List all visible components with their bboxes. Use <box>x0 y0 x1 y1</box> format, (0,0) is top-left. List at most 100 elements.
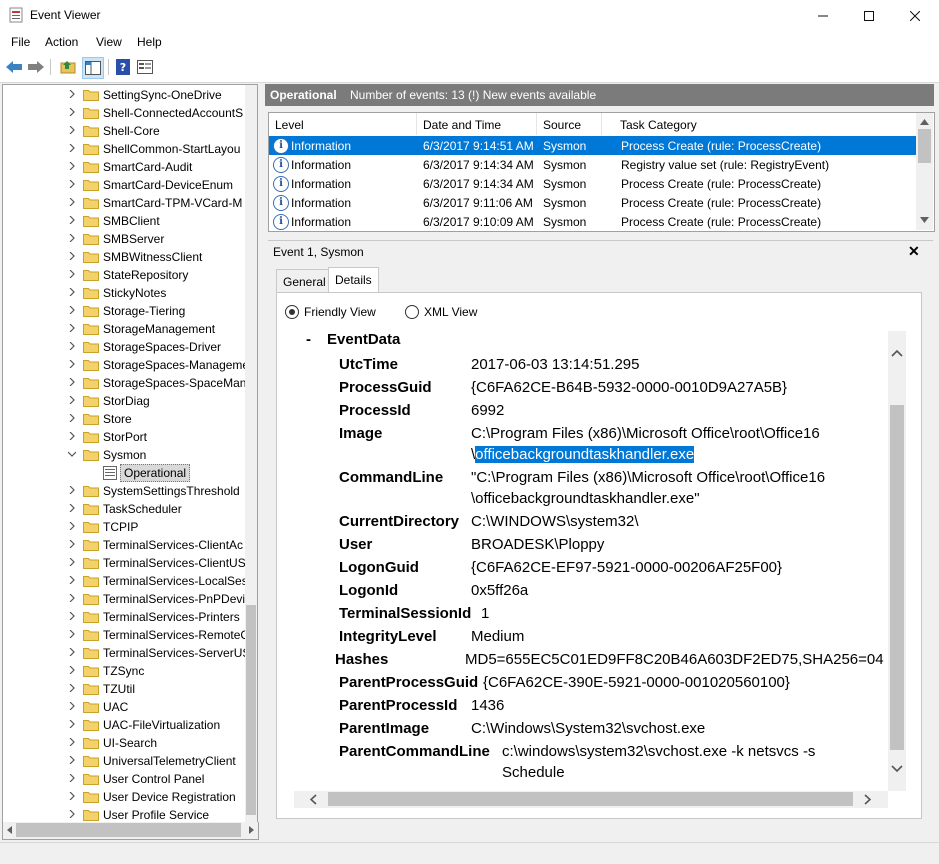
tree-item[interactable]: UAC <box>3 698 245 716</box>
scroll-up-icon[interactable] <box>891 350 903 357</box>
tree-item[interactable]: TaskScheduler <box>3 500 245 518</box>
chevron-right-icon[interactable] <box>68 792 76 800</box>
chevron-right-icon[interactable] <box>68 288 76 296</box>
chevron-right-icon[interactable] <box>68 738 76 746</box>
minimize-button[interactable] <box>800 0 846 31</box>
tree-item[interactable]: TerminalServices-RemoteC <box>3 626 249 644</box>
chevron-right-icon[interactable] <box>68 504 76 512</box>
xml-view-label[interactable]: XML View <box>424 305 477 319</box>
chevron-right-icon[interactable] <box>68 684 76 692</box>
tree-item[interactable]: StorDiag <box>3 392 245 410</box>
tree-item[interactable]: TCPIP <box>3 518 245 536</box>
tree-item[interactable]: TerminalServices-ClientUS <box>3 554 246 572</box>
field-value[interactable]: BROADESK\Ploppy <box>471 536 604 553</box>
event-data-view[interactable]: - EventData UtcTime 2017-06-03 13:14:51.2… <box>294 331 888 791</box>
chevron-right-icon[interactable] <box>68 702 76 710</box>
chevron-right-icon[interactable] <box>68 414 76 422</box>
event-row[interactable]: i Information 6/3/2017 9:10:09 AM Sysmon Pro… <box>269 212 917 231</box>
scroll-left-icon[interactable] <box>310 794 317 805</box>
menu-view[interactable]: View <box>96 35 122 49</box>
tree-item[interactable]: SmartCard-DeviceEnum <box>3 176 245 194</box>
back-button[interactable] <box>4 57 24 77</box>
column-date[interactable]: Date and Time <box>417 113 537 135</box>
chevron-right-icon[interactable] <box>68 162 76 170</box>
field-value-continued[interactable]: Schedule <box>502 764 565 781</box>
chevron-right-icon[interactable] <box>68 594 76 602</box>
scroll-right-icon[interactable] <box>247 826 255 834</box>
console-tree[interactable]: SettingSync-OneDrive Shell-ConnectedAccou… <box>2 84 258 824</box>
chevron-right-icon[interactable] <box>68 540 76 548</box>
tree-item[interactable]: TerminalServices-PnPDevi <box>3 590 245 608</box>
field-value[interactable]: Medium <box>471 628 524 645</box>
tree-item[interactable]: StateRepository <box>3 266 245 284</box>
chevron-right-icon[interactable] <box>68 612 76 620</box>
tree-item[interactable]: SmartCard-Audit <box>3 158 245 176</box>
tree-item[interactable]: User Control Panel <box>3 770 245 788</box>
chevron-right-icon[interactable] <box>68 396 76 404</box>
tree-item[interactable]: StickyNotes <box>3 284 245 302</box>
chevron-right-icon[interactable] <box>68 216 76 224</box>
scroll-down-icon[interactable] <box>891 765 903 772</box>
chevron-right-icon[interactable] <box>68 486 76 494</box>
field-value-continued[interactable]: \officebackgroundtaskhandler.exe" <box>471 490 700 507</box>
tree-item[interactable]: StorageManagement <box>3 320 245 338</box>
event-row[interactable]: i Information 6/3/2017 9:14:34 AM Sysmon Reg… <box>269 155 917 174</box>
chevron-right-icon[interactable] <box>68 432 76 440</box>
chevron-right-icon[interactable] <box>68 198 76 206</box>
chevron-right-icon[interactable] <box>68 306 76 314</box>
chevron-right-icon[interactable] <box>68 234 76 242</box>
column-task-category[interactable]: Task Category <box>602 113 916 135</box>
field-value-continued[interactable]: \officebackgroundtaskhandler.exe <box>471 446 695 463</box>
field-value[interactable]: "C:\Program Files (x86)\Microsoft Office… <box>471 469 825 486</box>
chevron-right-icon[interactable] <box>68 270 76 278</box>
tree-item-operational[interactable]: Operational <box>3 464 245 482</box>
chevron-right-icon[interactable] <box>68 666 76 674</box>
close-details-icon[interactable]: ✕ <box>908 243 920 260</box>
details-vscroll-thumb[interactable] <box>890 405 904 750</box>
tree-item[interactable]: SmartCard-TPM-VCard-M <box>3 194 245 212</box>
field-value[interactable]: 6992 <box>471 402 504 419</box>
tree-item[interactable]: UAC-FileVirtualization <box>3 716 245 734</box>
maximize-button[interactable] <box>846 0 892 31</box>
tree-item[interactable]: StorPort <box>3 428 245 446</box>
chevron-right-icon[interactable] <box>68 648 76 656</box>
chevron-right-icon[interactable] <box>68 630 76 638</box>
selected-text[interactable]: officebackgroundtaskhandler.exe <box>475 446 695 463</box>
friendly-view-radio[interactable] <box>285 305 299 319</box>
details-hscroll-thumb[interactable] <box>328 792 853 806</box>
menu-help[interactable]: Help <box>137 35 162 49</box>
chevron-right-icon[interactable] <box>68 810 76 818</box>
chevron-right-icon[interactable] <box>68 378 76 386</box>
chevron-right-icon[interactable] <box>68 180 76 188</box>
field-value[interactable]: 0x5ff26a <box>471 582 528 599</box>
field-value[interactable]: {C6FA62CE-390E-5921-0000-001020560100} <box>483 674 790 691</box>
tree-item[interactable]: UI-Search <box>3 734 245 752</box>
scroll-down-icon[interactable] <box>920 217 929 223</box>
tree-item[interactable]: UniversalTelemetryClient <box>3 752 245 770</box>
tree-item[interactable]: ShellCommon-StartLayou <box>3 140 245 158</box>
tree-item[interactable]: StorageSpaces-SpaceMana <box>3 374 253 392</box>
tree-item[interactable]: TerminalServices-Printers <box>3 608 245 626</box>
chevron-right-icon[interactable] <box>68 360 76 368</box>
event-list-scrollbar[interactable] <box>916 113 933 230</box>
tree-hscroll-thumb[interactable] <box>16 823 241 837</box>
scroll-left-icon[interactable] <box>6 826 14 834</box>
field-value[interactable]: 1436 <box>471 697 504 714</box>
help-button[interactable]: ? <box>113 57 133 77</box>
tree-item[interactable]: Storage-Tiering <box>3 302 245 320</box>
tree-item[interactable]: TZUtil <box>3 680 245 698</box>
chevron-right-icon[interactable] <box>68 720 76 728</box>
friendly-view-label[interactable]: Friendly View <box>304 305 376 319</box>
tree-item[interactable]: SystemSettingsThreshold <box>3 482 245 500</box>
menu-file[interactable]: File <box>11 35 30 49</box>
field-value[interactable]: 1 <box>481 605 489 622</box>
title-bar[interactable]: Event Viewer <box>0 0 939 32</box>
tree-item[interactable]: Shell-Core <box>3 122 245 140</box>
section-toggle[interactable]: - <box>306 331 311 348</box>
chevron-right-icon[interactable] <box>68 126 76 134</box>
field-value[interactable]: 2017-06-03 13:14:51.295 <box>471 356 639 373</box>
chevron-right-icon[interactable] <box>68 108 76 116</box>
tree-item[interactable]: User Device Registration <box>3 788 245 806</box>
column-source[interactable]: Source <box>537 113 602 135</box>
show-hide-tree-button[interactable] <box>82 57 104 79</box>
